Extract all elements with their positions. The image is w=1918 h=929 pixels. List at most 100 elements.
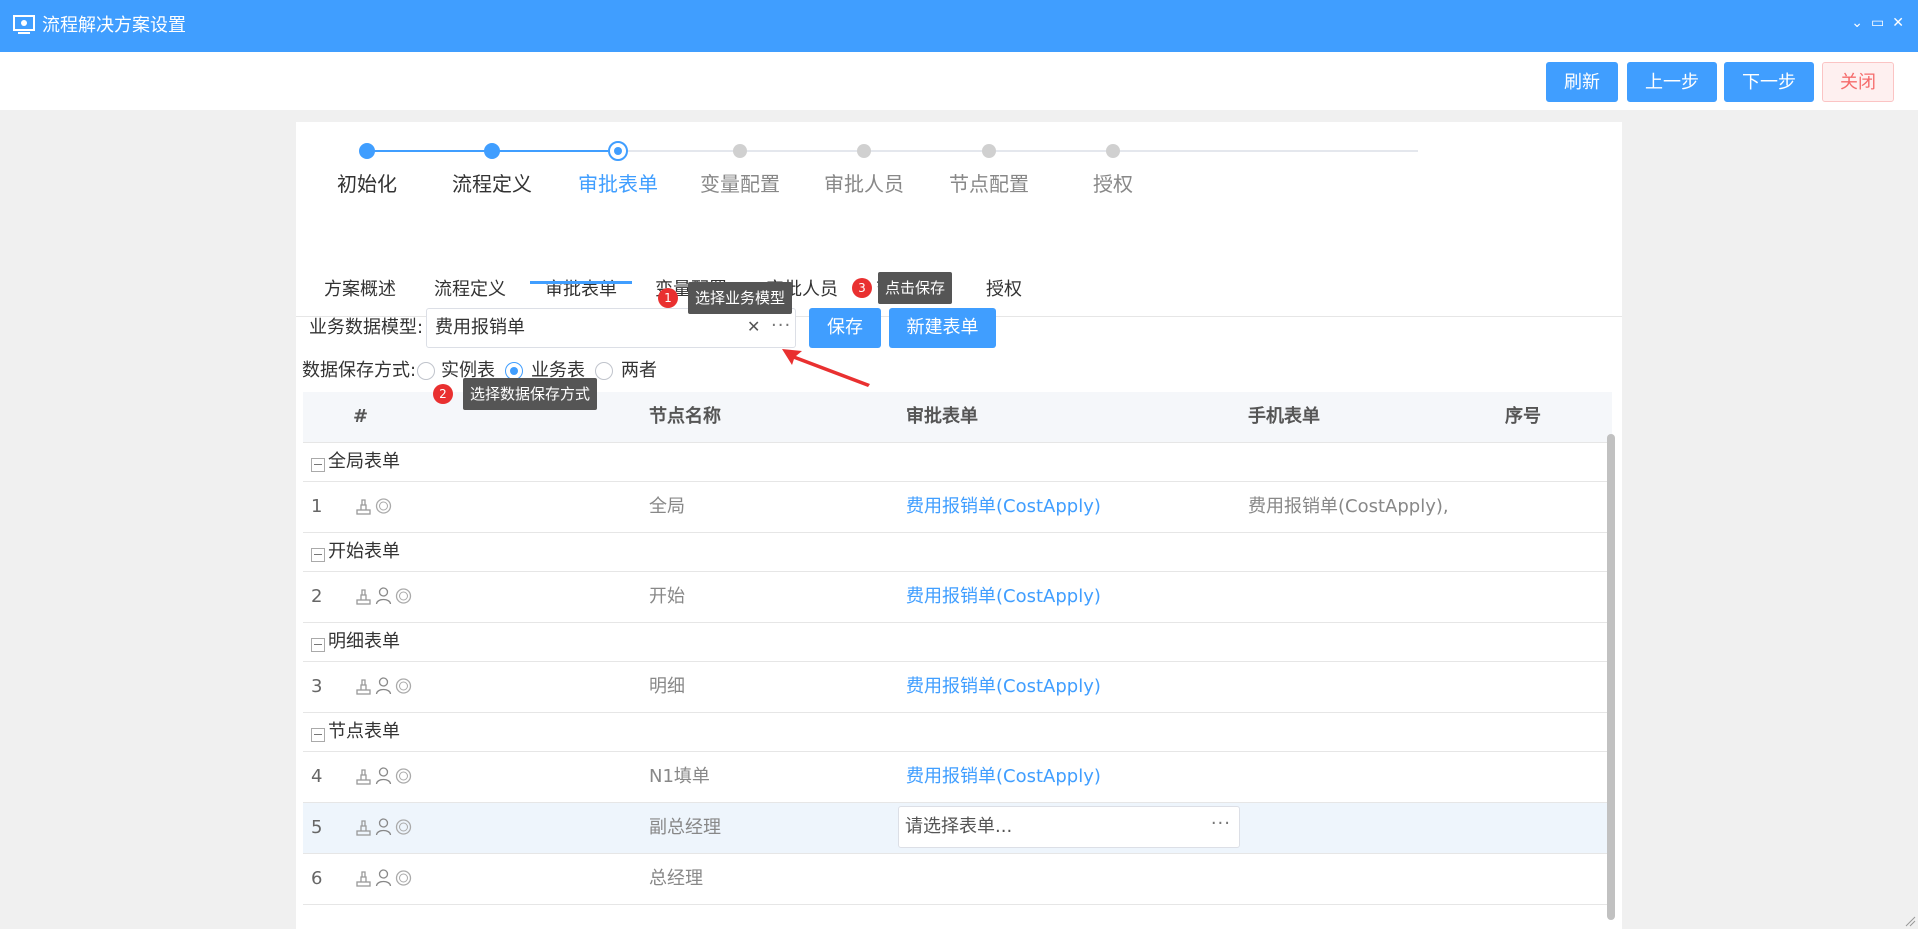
wizard-steps: 初始化 流程定义 审批表单 变量配置 审批人员 节点配置 授权 — [296, 122, 1622, 222]
window-titlebar: 流程解决方案设置 ⌄ ▭ ✕ — [0, 0, 1918, 52]
stamp-icon[interactable] — [355, 496, 372, 516]
table-row[interactable]: 2 开始 费用报销单(CostApply) — [303, 572, 1612, 623]
collapse-icon[interactable] — [311, 638, 325, 652]
approval-form-link[interactable]: 费用报销单(CostApply) — [906, 494, 1101, 520]
new-form-button[interactable]: 新建表单 — [889, 308, 996, 348]
seal-icon[interactable] — [395, 817, 412, 837]
step-dot-6[interactable] — [982, 144, 996, 158]
table-row[interactable]: 4 N1填单 费用报销单(CostApply) — [303, 752, 1612, 803]
stamp-icon[interactable] — [355, 766, 372, 786]
step-dot-5[interactable] — [857, 144, 871, 158]
group-row-node: 节点表单 — [303, 713, 1612, 752]
approval-form-link[interactable]: 费用报销单(CostApply) — [906, 764, 1101, 790]
next-step-button[interactable]: 下一步 — [1724, 62, 1814, 102]
table-scrollbar[interactable] — [1607, 434, 1615, 920]
header-node-name: 节点名称 — [649, 406, 721, 427]
active-tab-indicator — [530, 281, 632, 284]
collapse-icon[interactable] — [311, 548, 325, 562]
stamp-icon[interactable] — [355, 817, 372, 837]
tab-overview[interactable]: 方案概述 — [322, 252, 398, 312]
red-arrow-icon — [782, 349, 870, 387]
user-icon[interactable] — [375, 817, 392, 837]
row-num: 2 — [311, 586, 323, 607]
clear-icon[interactable]: ✕ — [747, 317, 760, 336]
collapse-window-icon[interactable]: ⌄ — [1851, 14, 1863, 32]
top-toolbar: 刷新 上一步 下一步 关闭 — [0, 52, 1918, 110]
tooltip-select-save-mode: 选择数据保存方式 — [463, 378, 598, 410]
step-label-1[interactable]: 初始化 — [302, 170, 432, 198]
model-value: 费用报销单 — [435, 317, 525, 338]
resize-grip-icon[interactable] — [1904, 915, 1916, 927]
header-order: 序号 — [1505, 406, 1541, 427]
header-mobile-form: 手机表单 — [1248, 406, 1320, 427]
group-title: 明细表单 — [328, 631, 400, 652]
close-window-icon[interactable]: ✕ — [1892, 14, 1904, 32]
approval-form-link[interactable]: 费用报销单(CostApply) — [906, 584, 1101, 610]
maximize-window-icon[interactable]: ▭ — [1871, 14, 1884, 32]
header-approval-form: 审批表单 — [906, 406, 978, 427]
seal-icon[interactable] — [395, 868, 412, 888]
tab-authorize[interactable]: 授权 — [984, 252, 1024, 312]
row-num: 3 — [311, 676, 323, 697]
step-label-7[interactable]: 授权 — [1048, 170, 1178, 198]
seal-icon[interactable] — [395, 676, 412, 696]
group-row-global: 全局表单 — [303, 443, 1612, 482]
tooltip-badge-1: 1 — [658, 288, 678, 308]
select-form-input[interactable]: 请选择表单... ··· — [898, 806, 1240, 848]
table-row[interactable]: 1 全局 费用报销单(CostApply) 费用报销单(CostApply), — [303, 482, 1612, 533]
seal-icon[interactable] — [395, 586, 412, 606]
seal-icon[interactable] — [375, 496, 392, 516]
table-row[interactable]: 6 总经理 — [303, 854, 1612, 905]
close-button[interactable]: 关闭 — [1822, 62, 1894, 102]
group-row-start: 开始表单 — [303, 533, 1612, 572]
step-label-5[interactable]: 审批人员 — [799, 170, 929, 198]
node-name: N1填单 — [649, 766, 710, 787]
prev-step-button[interactable]: 上一步 — [1627, 62, 1717, 102]
tab-process-definition[interactable]: 流程定义 — [432, 252, 508, 312]
group-title: 全局表单 — [328, 451, 400, 472]
step-label-3[interactable]: 审批表单 — [553, 170, 683, 198]
more-icon[interactable]: ··· — [771, 315, 791, 336]
row-num: 1 — [311, 496, 323, 517]
row-num: 6 — [311, 868, 323, 889]
refresh-button[interactable]: 刷新 — [1546, 62, 1618, 102]
radio-instance-table[interactable] — [417, 362, 435, 380]
seal-icon[interactable] — [395, 766, 412, 786]
tooltip-badge-2: 2 — [433, 384, 453, 404]
step-label-2[interactable]: 流程定义 — [427, 170, 557, 198]
model-select-input[interactable]: 费用报销单 ✕ ··· — [426, 308, 796, 348]
stamp-icon[interactable] — [355, 676, 372, 696]
row-num: 4 — [311, 766, 323, 787]
radio-label-both[interactable]: 两者 — [621, 358, 657, 384]
tooltip-badge-3: 3 — [852, 278, 872, 298]
user-icon[interactable] — [375, 676, 392, 696]
step-label-6[interactable]: 节点配置 — [924, 170, 1054, 198]
step-dot-7[interactable] — [1106, 144, 1120, 158]
step-dot-4[interactable] — [733, 144, 747, 158]
app-monitor-icon — [13, 15, 35, 34]
stamp-icon[interactable] — [355, 586, 372, 606]
step-dot-3-active[interactable] — [608, 141, 628, 161]
row-num: 5 — [311, 817, 323, 838]
header-index: # — [353, 406, 369, 427]
table-row[interactable]: 3 明细 费用报销单(CostApply) — [303, 662, 1612, 713]
table-row[interactable]: 5 副总经理 请选择表单... ··· — [303, 803, 1612, 854]
collapse-icon[interactable] — [311, 458, 325, 472]
approval-form-link[interactable]: 费用报销单(CostApply) — [906, 674, 1101, 700]
step-label-4[interactable]: 变量配置 — [675, 170, 805, 198]
user-icon[interactable] — [375, 868, 392, 888]
tooltip-click-save: 点击保存 — [878, 272, 953, 304]
step-dot-2[interactable] — [484, 143, 500, 159]
collapse-icon[interactable] — [311, 728, 325, 742]
step-dot-1[interactable] — [359, 143, 375, 159]
user-icon[interactable] — [375, 586, 392, 606]
model-label: 业务数据模型: — [309, 317, 424, 338]
radio-both[interactable] — [595, 362, 613, 380]
save-mode-label: 数据保存方式: — [302, 360, 417, 381]
stamp-icon[interactable] — [355, 868, 372, 888]
user-icon[interactable] — [375, 766, 392, 786]
group-title: 开始表单 — [328, 541, 400, 562]
more-icon[interactable]: ··· — [1211, 813, 1231, 834]
node-name: 全局 — [649, 496, 685, 517]
save-button[interactable]: 保存 — [809, 308, 881, 348]
